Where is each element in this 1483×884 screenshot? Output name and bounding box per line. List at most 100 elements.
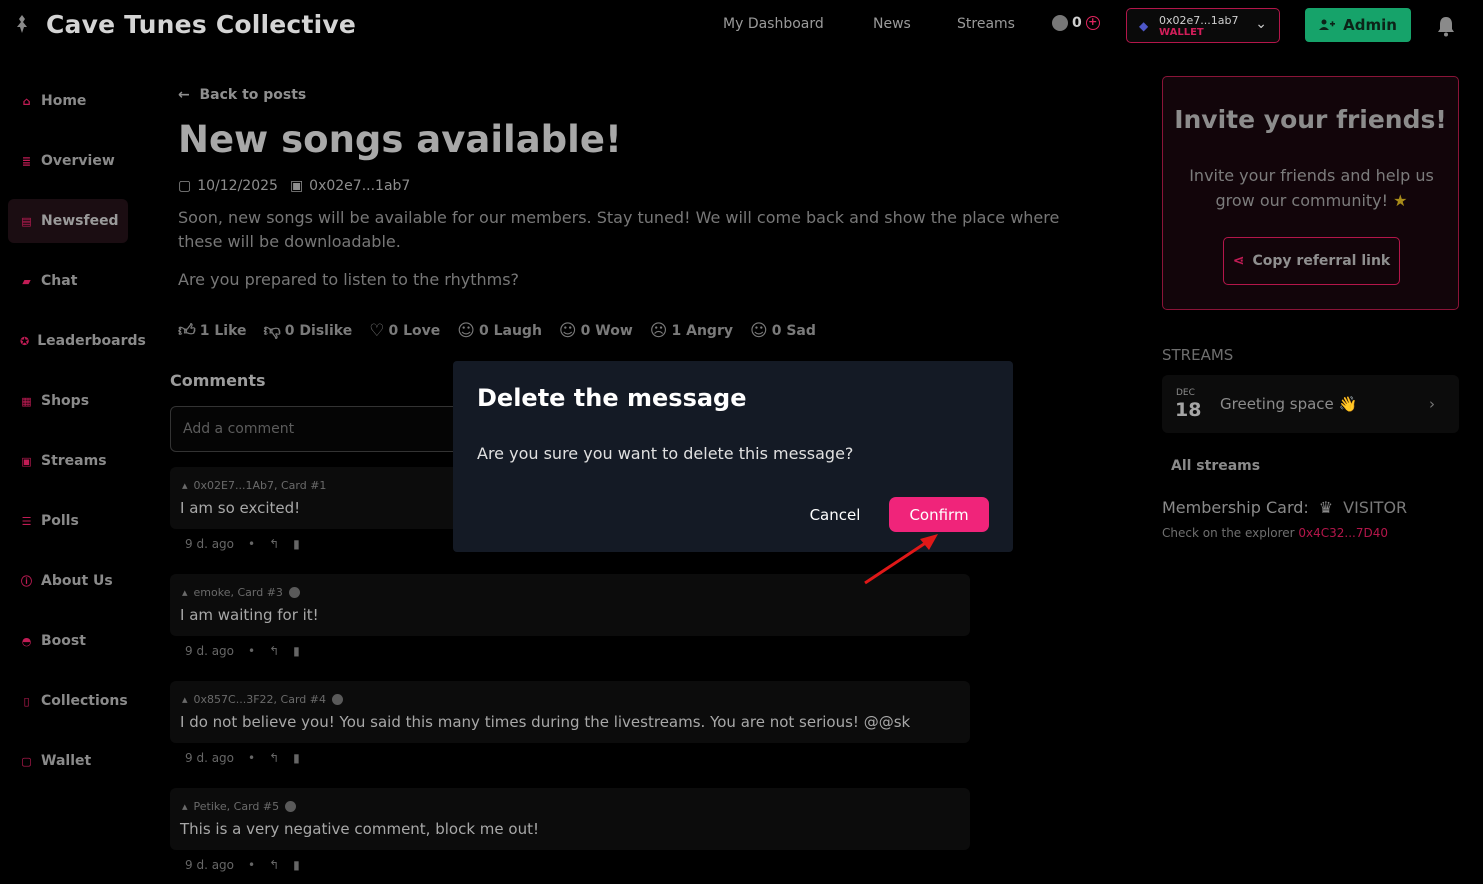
- sidebar-item-shops[interactable]: ▦ Shops: [8, 379, 128, 423]
- crown-icon: ♛: [1318, 498, 1334, 517]
- chevron-down-icon: ⌄: [1255, 16, 1267, 32]
- wallet-dropdown[interactable]: ◆ 0x02e7...1ab7 WALLET ⌄: [1126, 8, 1280, 43]
- sidebar-item-chat[interactable]: ▰ Chat: [8, 259, 128, 303]
- sidebar-item-streams[interactable]: ▣ Streams: [8, 439, 128, 483]
- annotation-arrow-icon: [864, 534, 938, 585]
- post-body: Soon, new songs will be available for ou…: [178, 208, 1060, 251]
- dot-separator: •: [248, 858, 256, 872]
- comment-text: I am waiting for it!: [180, 606, 319, 624]
- all-streams-link[interactable]: All streams: [1171, 458, 1260, 474]
- boost-icon: ◓: [21, 634, 32, 648]
- dialog-text: Are you sure you want to delete this mes…: [477, 444, 854, 463]
- app-title[interactable]: Cave Tunes Collective: [46, 10, 356, 39]
- top-bar: Cave Tunes Collective My Dashboard News …: [0, 0, 1483, 52]
- comment-item: ▴ emoke, Card #3 I am waiting for it!: [170, 574, 970, 636]
- polls-icon: ☰: [21, 514, 32, 528]
- membership-tier: VISITOR: [1343, 498, 1408, 517]
- nav-news[interactable]: News: [873, 16, 911, 32]
- bell-icon[interactable]: [1436, 15, 1456, 37]
- collections-icon: ▯: [23, 694, 30, 708]
- reaction-love[interactable]: ♡ 0 Love: [369, 320, 440, 341]
- comment-meta: 9 d. ago • ↰ ▮: [185, 751, 300, 765]
- comment-item: ▴ 0x857C...3F22, Card #4 I do not believe…: [170, 681, 970, 743]
- stream-item[interactable]: DEC 18 Greeting space 👋 ›: [1162, 375, 1459, 433]
- sidebar-item-boost[interactable]: ◓ Boost: [8, 619, 128, 663]
- admin-button[interactable]: Admin: [1305, 8, 1411, 42]
- reaction-sad[interactable]: ☺ 0 Sad: [750, 320, 816, 341]
- laugh-icon: ☺: [457, 320, 475, 341]
- dot-separator: •: [248, 537, 256, 551]
- sidebar-item-home[interactable]: ⌂ Home: [8, 79, 128, 123]
- nav-streams[interactable]: Streams: [957, 16, 1015, 32]
- sidebar-item-label: Streams: [41, 453, 107, 469]
- user-icon: ▴: [182, 479, 188, 492]
- comment-meta: 9 d. ago • ↰ ▮: [185, 644, 300, 658]
- reaction-dislike[interactable]: 👎︎ 0 Dislike: [264, 320, 353, 341]
- overview-icon: ≣: [21, 154, 32, 168]
- comment-author: ▴ 0x857C...3F22, Card #4: [182, 693, 343, 706]
- sidebar-item-label: Chat: [41, 273, 78, 289]
- sidebar-item-overview[interactable]: ≣ Overview: [8, 139, 128, 183]
- wow-icon: ☺: [558, 320, 577, 341]
- trash-icon[interactable]: ▮: [293, 537, 300, 551]
- reaction-label: 0 Sad: [771, 322, 816, 339]
- trash-icon[interactable]: ▮: [293, 751, 300, 765]
- heart-icon: ♡: [369, 320, 385, 341]
- sidebar-item-about-us[interactable]: ⓘ About Us: [8, 559, 128, 603]
- wallet-icon: ▢: [21, 754, 32, 768]
- post-meta: ▢ 10/12/2025 ▣ 0x02e7...1ab7: [178, 178, 410, 194]
- reaction-laugh[interactable]: ☺ 0 Laugh: [457, 320, 542, 341]
- comment-author: ▴ emoke, Card #3: [182, 586, 300, 599]
- reaction-label: 0 Dislike: [284, 322, 353, 339]
- copy-referral-button[interactable]: ⋖ Copy referral link: [1223, 237, 1400, 285]
- reaction-angry[interactable]: ☹ 1 Angry: [650, 320, 733, 341]
- back-to-posts-link[interactable]: ← Back to posts: [178, 87, 306, 103]
- points-counter[interactable]: 0 +: [1052, 15, 1100, 31]
- logo-icon[interactable]: [12, 13, 32, 37]
- sidebar-item-label: Overview: [41, 153, 115, 169]
- dot-separator: •: [248, 644, 256, 658]
- reply-icon[interactable]: ↰: [269, 751, 279, 765]
- delete-dialog: Delete the message Are you sure you want…: [453, 361, 1013, 552]
- explorer-link[interactable]: 0x4C32...7D40: [1298, 526, 1388, 540]
- trash-icon[interactable]: ▮: [293, 644, 300, 658]
- info-icon: ⓘ: [21, 574, 32, 588]
- post-author: 0x02e7...1ab7: [309, 178, 411, 194]
- share-icon: ⋖: [1232, 253, 1245, 269]
- comment-author: ▴ 0x02E7...1Ab7, Card #1: [182, 479, 326, 492]
- comment-author-name: 0x02E7...1Ab7, Card #1: [193, 479, 327, 492]
- sidebar-item-collections[interactable]: ▯ Collections: [8, 679, 128, 723]
- reactions-bar: 👍︎ 1 Like 👎︎ 0 Dislike ♡ 0 Love ☺ 0 Laugh ☺ 0…: [178, 320, 816, 342]
- comment-input[interactable]: Add a comment: [170, 406, 470, 452]
- sidebar-item-leaderboards[interactable]: ✪ Leaderboards: [8, 319, 146, 363]
- reaction-like[interactable]: 👍︎ 1 Like: [178, 320, 247, 341]
- membership-label: Membership Card:: [1162, 498, 1309, 517]
- reaction-wow[interactable]: ☺ 0 Wow: [559, 320, 633, 341]
- trash-icon[interactable]: ▮: [293, 858, 300, 872]
- sidebar-item-polls[interactable]: ☰ Polls: [8, 499, 128, 543]
- nav-dashboard[interactable]: My Dashboard: [723, 16, 824, 32]
- add-points-icon[interactable]: +: [1085, 16, 1100, 30]
- cancel-button[interactable]: Cancel: [795, 497, 875, 533]
- stream-month: DEC: [1176, 388, 1195, 398]
- reply-icon[interactable]: ↰: [269, 858, 279, 872]
- sidebar-item-label: Boost: [41, 633, 86, 649]
- reaction-label: 0 Laugh: [478, 322, 542, 339]
- users-icon: [1319, 19, 1336, 30]
- explorer-text: Check on the explorer: [1162, 526, 1295, 540]
- sidebar-item-newsfeed[interactable]: ▤ Newsfeed: [8, 199, 128, 243]
- admin-label: Admin: [1343, 16, 1397, 34]
- user-icon: ▣: [289, 178, 304, 194]
- sidebar-item-label: Polls: [41, 513, 79, 529]
- newsfeed-icon: ▤: [21, 214, 32, 228]
- sidebar-item-wallet[interactable]: ▢ Wallet: [8, 739, 128, 783]
- thumbs-up-icon: 👍︎: [178, 321, 196, 341]
- reply-icon[interactable]: ↰: [269, 537, 279, 551]
- chevron-right-icon: ›: [1429, 395, 1435, 413]
- arrow-left-icon: ←: [178, 87, 200, 103]
- reply-icon[interactable]: ↰: [269, 644, 279, 658]
- comment-author-name: emoke, Card #3: [193, 586, 283, 599]
- comment-author: ▴ Petike, Card #5: [182, 800, 297, 813]
- blocked-badge-icon: [288, 587, 300, 598]
- confirm-button[interactable]: Confirm: [889, 497, 989, 532]
